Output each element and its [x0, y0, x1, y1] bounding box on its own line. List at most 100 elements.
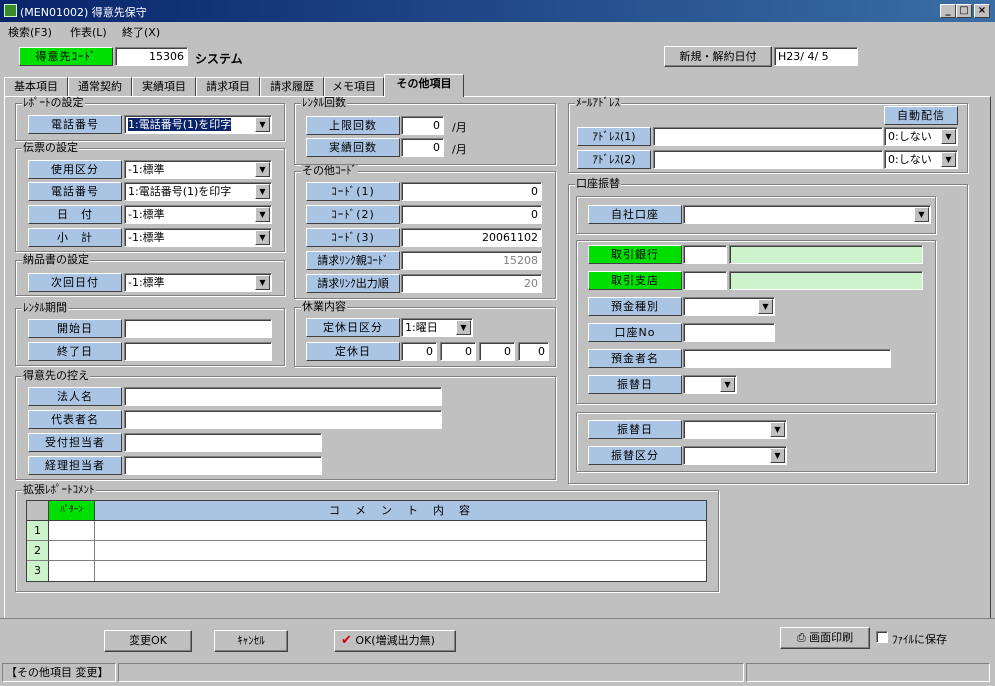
holiday-day1-field[interactable]: 0	[401, 342, 437, 361]
report-phone-value: 1:電話番号(1)を印字	[128, 118, 232, 131]
holiday-day3-field[interactable]: 0	[479, 342, 515, 361]
code3-field[interactable]: 20061102	[401, 228, 542, 247]
chevron-down-icon[interactable]: ▼	[770, 422, 785, 437]
chevron-down-icon[interactable]: ▼	[914, 207, 929, 222]
chevron-down-icon[interactable]: ▼	[255, 162, 270, 177]
change-ok-button[interactable]: 変更OK	[104, 630, 192, 652]
row-number: 2	[27, 541, 49, 561]
chevron-down-icon[interactable]: ▼	[255, 184, 270, 199]
comment-cell[interactable]	[95, 521, 706, 541]
slip-subtotal-select[interactable]: -1:標準 ▼	[124, 228, 272, 247]
minimize-button[interactable]: _	[940, 4, 956, 18]
transfer-day-label: 振替日	[588, 375, 682, 394]
code2-label: ｺｰﾄﾞ(2)	[306, 205, 400, 224]
pattern-cell[interactable]	[49, 521, 95, 541]
slip-usage-label: 使用区分	[28, 160, 122, 179]
slip-phone-select[interactable]: 1:電話番号(1)を印字 ▼	[124, 182, 272, 201]
code2-field[interactable]: 0	[401, 205, 542, 224]
tab-billing-history[interactable]: 請求履歴	[260, 77, 324, 96]
slip-usage-select[interactable]: -1:標準 ▼	[124, 160, 272, 179]
screen-print-button[interactable]: ⎙ 画面印刷	[780, 627, 870, 649]
end-date-field[interactable]	[124, 342, 272, 361]
representative-field[interactable]	[124, 410, 442, 429]
slip-subtotal-value: -1:標準	[128, 231, 165, 244]
address2-option-select[interactable]: 0:しない ▼	[884, 150, 958, 169]
code1-field[interactable]: 0	[401, 182, 542, 201]
ok-no-output-button[interactable]: ✔ OK(増減出力無)	[334, 630, 456, 652]
menu-report[interactable]: 作表(L)	[70, 24, 107, 40]
account-holder-field[interactable]	[683, 349, 891, 368]
address2-field[interactable]	[653, 150, 883, 169]
start-date-label: 開始日	[28, 319, 122, 338]
end-date-label: 終了日	[28, 342, 122, 361]
account-no-label: 口座No	[588, 323, 682, 342]
chevron-down-icon[interactable]: ▼	[941, 129, 956, 144]
holiday-day4-field[interactable]: 0	[518, 342, 549, 361]
tab-basic[interactable]: 基本項目	[4, 77, 68, 96]
slip-usage-value: -1:標準	[128, 163, 165, 176]
comment-cell[interactable]	[95, 561, 706, 581]
reception-staff-field[interactable]	[124, 433, 322, 452]
auto-delivery-button[interactable]: 自動配信	[884, 106, 958, 125]
holiday-type-label: 定休日区分	[306, 318, 400, 337]
address1-option-value: 0:しない	[888, 130, 932, 143]
pattern-cell[interactable]	[49, 561, 95, 581]
holiday-day2-field[interactable]: 0	[440, 342, 476, 361]
corp-name-field[interactable]	[124, 387, 442, 406]
chevron-down-icon[interactable]: ▼	[758, 299, 773, 314]
slip-phone-value: 1:電話番号(1)を印字	[128, 185, 232, 198]
comment-cell[interactable]	[95, 541, 706, 561]
customer-code-field[interactable]: 15306	[115, 47, 188, 66]
tab-memo[interactable]: メモ項目	[324, 77, 384, 96]
max-count-field[interactable]: 0	[401, 116, 444, 135]
cancel-button[interactable]: ｷｬﾝｾﾙ	[214, 630, 288, 652]
transfer-kind-select[interactable]: ▼	[683, 446, 787, 465]
chevron-down-icon[interactable]: ▼	[255, 275, 270, 290]
transfer-day-select[interactable]: ▼	[683, 375, 737, 394]
branch-code-field[interactable]	[683, 271, 727, 290]
chevron-down-icon[interactable]: ▼	[770, 448, 785, 463]
tab-results[interactable]: 実績項目	[132, 77, 196, 96]
own-account-select[interactable]: ▼	[683, 205, 931, 224]
row-number: 3	[27, 561, 49, 581]
chevron-down-icon[interactable]: ▼	[255, 230, 270, 245]
start-date-field[interactable]	[124, 319, 272, 338]
customer-name: システム	[195, 52, 243, 66]
report-phone-select[interactable]: 1:電話番号(1)を印字 ▼	[124, 115, 272, 134]
address1-option-select[interactable]: 0:しない ▼	[884, 127, 958, 146]
accounting-staff-field[interactable]	[124, 456, 322, 475]
holiday-type-select[interactable]: 1:曜日 ▼	[401, 318, 473, 337]
accounting-staff-label: 経理担当者	[28, 456, 122, 475]
corp-name-label: 法人名	[28, 387, 122, 406]
maximize-button[interactable]: □	[956, 4, 972, 18]
actual-count-field[interactable]: 0	[401, 138, 444, 157]
slip-date-select[interactable]: -1:標準 ▼	[124, 205, 272, 224]
menu-search[interactable]: 検索(F3)	[8, 24, 52, 40]
tab-billing[interactable]: 請求項目	[196, 77, 260, 96]
address2-label: ｱﾄﾞﾚｽ(2)	[577, 150, 651, 169]
account-no-field[interactable]	[683, 323, 775, 342]
pattern-cell[interactable]	[49, 541, 95, 561]
tab-other[interactable]: その他項目	[384, 74, 464, 97]
chevron-down-icon[interactable]: ▼	[720, 377, 735, 392]
code3-label: ｺｰﾄﾞ(3)	[306, 228, 400, 247]
tab-normal-contract[interactable]: 通常契約	[68, 77, 132, 96]
chevron-down-icon[interactable]: ▼	[941, 152, 956, 167]
close-button[interactable]: ×	[974, 4, 990, 18]
bank-code-field[interactable]	[683, 245, 727, 264]
contract-date-field[interactable]: H23/ 4/ 5	[774, 47, 858, 66]
menu-exit[interactable]: 終了(X)	[122, 24, 160, 40]
chevron-down-icon[interactable]: ▼	[255, 117, 270, 132]
customer-title: 得意先の控え	[22, 369, 90, 382]
account-holder-label: 預金者名	[588, 349, 682, 368]
screen-print-label: 画面印刷	[809, 631, 854, 644]
save-file-checkbox[interactable]	[876, 631, 888, 643]
chevron-down-icon[interactable]: ▼	[255, 207, 270, 222]
chevron-down-icon[interactable]: ▼	[456, 320, 471, 335]
address1-field[interactable]	[653, 127, 883, 146]
next-date-select[interactable]: -1:標準 ▼	[124, 273, 272, 292]
deposit-type-select[interactable]: ▼	[683, 297, 775, 316]
report-phone-label: 電話番号	[28, 115, 122, 134]
transfer-day2-select[interactable]: ▼	[683, 420, 787, 439]
transfer-day2-label: 振替日	[588, 420, 682, 439]
